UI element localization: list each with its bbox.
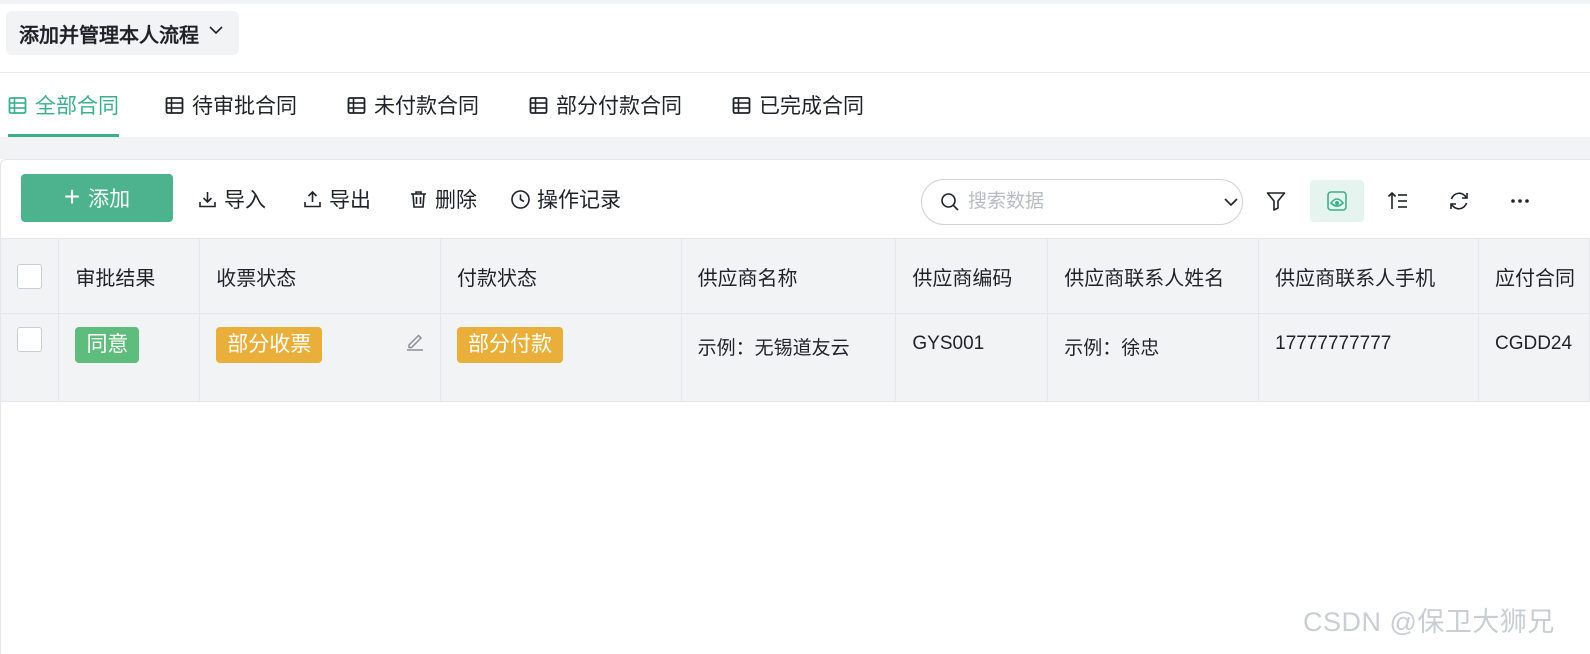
payment-status-badge: 部分付款 [456, 327, 563, 363]
payment-status-cell: 部分付款 [440, 313, 682, 402]
invoice-status-cell: 部分收票 [199, 313, 441, 402]
view-toggle-button[interactable] [1310, 180, 1364, 222]
tab-unpaid[interactable]: 未付款合同 [347, 73, 479, 137]
search-input[interactable] [968, 191, 1213, 213]
import-button[interactable]: 导入 [197, 174, 266, 224]
tab-all-contracts[interactable]: 全部合同 [8, 73, 119, 137]
toolbar: + 添加 导入 导出 删除 操作记录 [1, 160, 1590, 238]
column-header[interactable]: 应付合同 [1478, 238, 1590, 314]
column-header[interactable]: 供应商联系人姓名 [1047, 238, 1260, 314]
table-icon [347, 96, 366, 115]
search-icon [940, 192, 960, 212]
download-icon [197, 189, 218, 210]
table-header-row: 审批结果 收票状态 付款状态 供应商名称 供应商编码 供应商联系人姓名 供应商联… [1, 238, 1590, 314]
flow-selector[interactable]: 添加并管理本人流程 [6, 11, 239, 55]
search-box[interactable] [921, 179, 1243, 225]
clock-icon [510, 189, 531, 210]
row-checkbox[interactable] [17, 327, 42, 352]
tab-completed[interactable]: 已完成合同 [732, 73, 864, 137]
select-all-checkbox[interactable] [17, 263, 42, 289]
column-header[interactable]: 供应商编码 [895, 238, 1049, 314]
table-icon [8, 96, 27, 115]
table-icon [165, 96, 184, 115]
add-button-label: 添加 [88, 188, 131, 211]
invoice-status-badge: 部分收票 [216, 327, 323, 363]
approval-cell: 同意 [58, 313, 201, 402]
table-row[interactable]: 同意 部分收票 部分付款 示例：无锡道友云 GYS001 示例：徐忠 17777… [1, 313, 1590, 402]
chevron-down-icon [207, 21, 225, 45]
filter-button[interactable] [1249, 180, 1303, 222]
operation-log-label: 操作记录 [537, 189, 621, 212]
row-select-cell [1, 313, 60, 402]
column-header[interactable]: 供应商名称 [681, 238, 897, 314]
tab-label: 部分付款合同 [556, 95, 682, 118]
select-all-cell [1, 238, 60, 314]
pencil-icon[interactable] [404, 334, 426, 352]
refresh-icon [1447, 189, 1471, 213]
table-icon [529, 96, 548, 115]
contact-name-cell: 示例：徐忠 [1047, 313, 1260, 402]
tab-label: 已完成合同 [759, 95, 864, 118]
plus-icon: + [63, 180, 81, 212]
sort-button[interactable] [1371, 180, 1425, 222]
filter-icon [1264, 189, 1288, 213]
supplier-name-cell: 示例：无锡道友云 [681, 313, 897, 402]
add-button[interactable]: + 添加 [21, 174, 173, 222]
tab-pending-approval[interactable]: 待审批合同 [165, 73, 297, 137]
content-gap [0, 137, 1590, 159]
more-button[interactable] [1493, 180, 1547, 222]
export-label: 导出 [329, 189, 371, 212]
watermark: CSDN @保卫大狮兄 [1303, 607, 1555, 637]
trash-icon [408, 189, 429, 210]
contract-number-cell: CGDD24 [1478, 313, 1590, 402]
data-panel: + 添加 导入 导出 删除 操作记录 搜索数据 审批结果 收票状态 付款状态 供… [0, 159, 1590, 654]
contracts-table: 审批结果 收票状态 付款状态 供应商名称 供应商编码 供应商联系人姓名 供应商联… [1, 238, 1590, 402]
column-header[interactable]: 付款状态 [440, 238, 682, 314]
tab-label: 未付款合同 [374, 95, 479, 118]
import-label: 导入 [224, 189, 266, 212]
top-edge [0, 0, 1590, 4]
export-button[interactable]: 导出 [302, 174, 371, 224]
delete-label: 删除 [435, 189, 477, 212]
delete-button[interactable]: 删除 [408, 174, 477, 224]
upload-icon [302, 189, 323, 210]
approval-badge: 同意 [75, 327, 140, 363]
operation-log-button[interactable]: 操作记录 [510, 174, 621, 224]
column-header[interactable]: 收票状态 [199, 238, 441, 314]
tab-label: 待审批合同 [192, 95, 297, 118]
refresh-button[interactable] [1432, 180, 1486, 222]
more-dots-icon [1508, 189, 1532, 213]
flow-selector-label: 添加并管理本人流程 [19, 24, 199, 47]
column-header[interactable]: 供应商联系人手机 [1258, 238, 1479, 314]
eye-view-icon [1325, 189, 1349, 213]
supplier-code-cell: GYS001 [895, 313, 1049, 402]
tab-bar: 全部合同 待审批合同 未付款合同 部分付款合同 已完成合同 [0, 73, 1590, 137]
sort-icon [1386, 189, 1410, 213]
chevron-down-icon[interactable] [1221, 192, 1241, 212]
column-header[interactable]: 审批结果 [58, 238, 201, 314]
tab-label: 全部合同 [35, 95, 119, 118]
contact-phone-cell: 17777777777 [1258, 313, 1479, 402]
tab-partial-payment[interactable]: 部分付款合同 [529, 73, 682, 137]
table-icon [732, 96, 751, 115]
